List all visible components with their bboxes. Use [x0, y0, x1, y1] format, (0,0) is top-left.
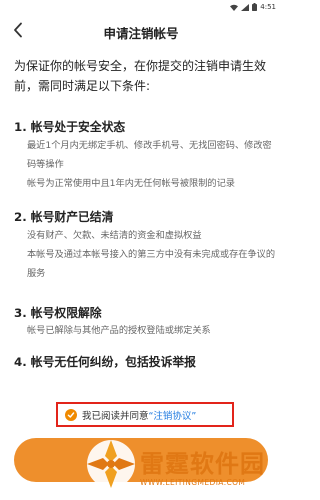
page-title: 申请注销帐号	[103, 26, 179, 41]
section-body: 最近1个月内无绑定手机、修改手机号、无找回密码、修改密码等操作 帐号为正常使用中…	[27, 136, 277, 193]
wifi-icon	[230, 4, 239, 11]
section-body: 没有财产、欠款、未结清的资金和虚拟权益 本帐号及通过本帐号接入的第三方中没有未完…	[27, 226, 277, 283]
status-time: 4:51	[260, 3, 276, 11]
watermark-logo-icon	[87, 440, 135, 488]
section-line: 帐号已解除与其他产品的授权登陆或绑定关系	[27, 325, 211, 336]
agreement-checkbox[interactable]: 我已阅读并同意 “注销协议”	[56, 402, 234, 427]
nav-bar: 申请注销帐号	[0, 14, 282, 46]
section-line: 没有财产、欠款、未结清的资金和虚拟权益	[27, 230, 202, 241]
section-heading: 3. 帐号权限解除	[14, 306, 102, 320]
section-line: 帐号为正常使用中且1年内无任何帐号被限制的记录	[27, 178, 235, 189]
watermark-url: WWW.LEITINGMEDIA.COM	[140, 478, 246, 487]
section-line: 本帐号及通过本帐号接入的第三方中没有未完成或存在争议的服务	[27, 249, 276, 279]
section-heading: 1. 帐号处于安全状态	[14, 120, 126, 134]
checkmark-icon	[65, 408, 77, 421]
section-heading: 2. 帐号财产已结清	[14, 210, 114, 224]
section-heading: 4. 帐号无任何纠纷，包括投诉举报	[14, 355, 196, 369]
signal-icon	[241, 3, 250, 11]
watermark: 雷霆软件园 WWW.LEITINGMEDIA.COM	[80, 432, 282, 500]
battery-icon	[252, 3, 258, 11]
agreement-link[interactable]: “注销协议”	[149, 408, 197, 422]
agreement-label: 我已阅读并同意	[82, 410, 149, 422]
section-body: 帐号已解除与其他产品的授权登陆或绑定关系	[27, 321, 277, 340]
intro-text: 为保证你的帐号安全，在你提交的注销申请生效前，需同时满足以下条件:	[14, 59, 267, 93]
section-line: 最近1个月内无绑定手机、修改手机号、无找回密码、修改密码等操作	[27, 140, 272, 170]
watermark-name: 雷霆软件园	[140, 450, 265, 478]
status-bar: 4:51	[0, 0, 282, 14]
